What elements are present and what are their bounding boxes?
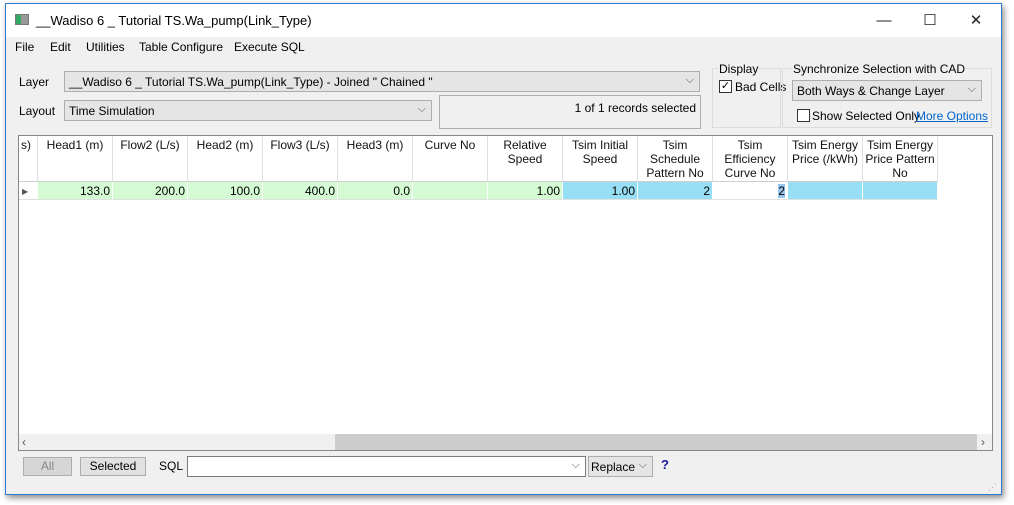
column-header[interactable]: Head1 (m) — [38, 136, 113, 182]
selected-button[interactable]: Selected — [80, 457, 146, 476]
sql-input[interactable]: ⌵ — [187, 456, 586, 477]
display-group — [712, 68, 781, 128]
column-header[interactable]: Tsim Efficiency Curve No — [713, 136, 788, 182]
table-cell[interactable]: 1.00 — [488, 182, 563, 200]
table-cell[interactable] — [788, 182, 863, 200]
chevron-down-icon: ⌵ — [571, 459, 580, 471]
table-cell[interactable]: 0.0 — [338, 182, 413, 200]
chevron-down-icon: ⌵ — [685, 74, 694, 86]
show-selected-only-checkbox[interactable] — [797, 109, 810, 122]
table-cell[interactable]: 100.0 — [188, 182, 263, 200]
chevron-down-icon: ⌵ — [638, 459, 647, 471]
title-bar: __Wadiso 6 _ Tutorial TS.Wa_pump(Link_Ty… — [6, 4, 1001, 37]
row-selector-arrow-icon[interactable]: ▶ — [19, 182, 38, 200]
menu-file[interactable]: File — [15, 40, 34, 54]
menu-utilities[interactable]: Utilities — [86, 40, 125, 54]
all-button[interactable]: All — [23, 457, 72, 476]
chevron-down-icon: ⌵ — [967, 83, 976, 95]
table-cell[interactable]: 1.00 — [563, 182, 638, 200]
column-header[interactable]: Relative Speed — [488, 136, 563, 182]
bad-cells-checkbox[interactable]: ✓ — [719, 80, 732, 93]
sync-title: Synchronize Selection with CAD — [792, 62, 967, 76]
sync-mode-dropdown[interactable]: Both Ways & Change Layer ⌵ — [792, 80, 982, 101]
layout-dropdown[interactable]: Time Simulation ⌵ — [64, 100, 432, 121]
scrollbar-thumb[interactable] — [335, 434, 977, 450]
column-header[interactable]: Tsim Schedule Pattern No — [638, 136, 713, 182]
table-cell[interactable]: 2 — [638, 182, 713, 200]
cell-editor-value[interactable]: 2 — [778, 184, 785, 198]
scroll-right-icon[interactable]: › — [981, 435, 985, 449]
layer-value: __Wadiso 6 _ Tutorial TS.Wa_pump(Link_Ty… — [69, 75, 433, 89]
display-title: Display — [718, 62, 760, 76]
column-header[interactable]: Tsim Energy Price (/kWh) — [788, 136, 863, 182]
resize-grip-icon[interactable]: ⋰ — [988, 482, 997, 493]
column-header[interactable]: Flow2 (L/s) — [113, 136, 188, 182]
chevron-down-icon: ⌵ — [417, 103, 426, 115]
window-title: __Wadiso 6 _ Tutorial TS.Wa_pump(Link_Ty… — [36, 13, 312, 28]
window: __Wadiso 6 _ Tutorial TS.Wa_pump(Link_Ty… — [5, 3, 1002, 495]
table-cell[interactable] — [413, 182, 488, 200]
column-header[interactable]: Tsim Energy Price Pattern No — [863, 136, 938, 182]
column-header[interactable]: Flow3 (L/s) — [263, 136, 338, 182]
help-icon[interactable]: ? — [661, 457, 669, 472]
menu-execute-sql[interactable]: Execute SQL — [234, 40, 305, 54]
data-grid: s) Head1 (m) Flow2 (L/s) Head2 (m) Flow3 (L… — [18, 135, 993, 451]
show-selected-only-label: Show Selected Only — [812, 109, 921, 123]
bad-cells-label: Bad Cells — [735, 80, 787, 94]
replace-value: Replace — [591, 460, 636, 474]
layout-label: Layout — [19, 104, 56, 118]
sql-label: SQL — [159, 459, 184, 473]
scroll-left-icon[interactable]: ‹ — [22, 435, 26, 449]
replace-dropdown[interactable]: Replace ⌵ — [588, 456, 653, 477]
column-header[interactable]: Head3 (m) — [338, 136, 413, 182]
layer-label: Layer — [19, 75, 50, 89]
column-header[interactable]: Tsim Initial Speed — [563, 136, 638, 182]
layer-dropdown[interactable]: __Wadiso 6 _ Tutorial TS.Wa_pump(Link_Ty… — [64, 71, 700, 92]
column-header[interactable]: Curve No — [413, 136, 488, 182]
table-cell[interactable] — [863, 182, 938, 200]
horizontal-scrollbar[interactable]: ‹ › — [19, 434, 992, 450]
column-header-partial[interactable]: s) — [19, 136, 38, 182]
records-status: 1 of 1 records selected — [439, 95, 701, 129]
minimize-button[interactable]: — — [861, 4, 907, 37]
table-cell[interactable]: 400.0 — [263, 182, 338, 200]
column-header[interactable]: Head2 (m) — [188, 136, 263, 182]
menu-table-configure[interactable]: Table Configure — [139, 40, 223, 54]
table-cell[interactable]: 2 — [713, 182, 788, 200]
table-cell[interactable]: 200.0 — [113, 182, 188, 200]
app-icon — [15, 14, 29, 25]
layout-value: Time Simulation — [69, 104, 155, 118]
close-button[interactable]: ✕ — [953, 4, 999, 37]
sync-mode-value: Both Ways & Change Layer — [797, 84, 945, 98]
more-options-link[interactable]: More Options — [916, 109, 988, 123]
menu-edit[interactable]: Edit — [50, 40, 71, 54]
table-cell[interactable]: 133.0 — [38, 182, 113, 200]
maximize-button[interactable]: ☐ — [907, 4, 953, 37]
